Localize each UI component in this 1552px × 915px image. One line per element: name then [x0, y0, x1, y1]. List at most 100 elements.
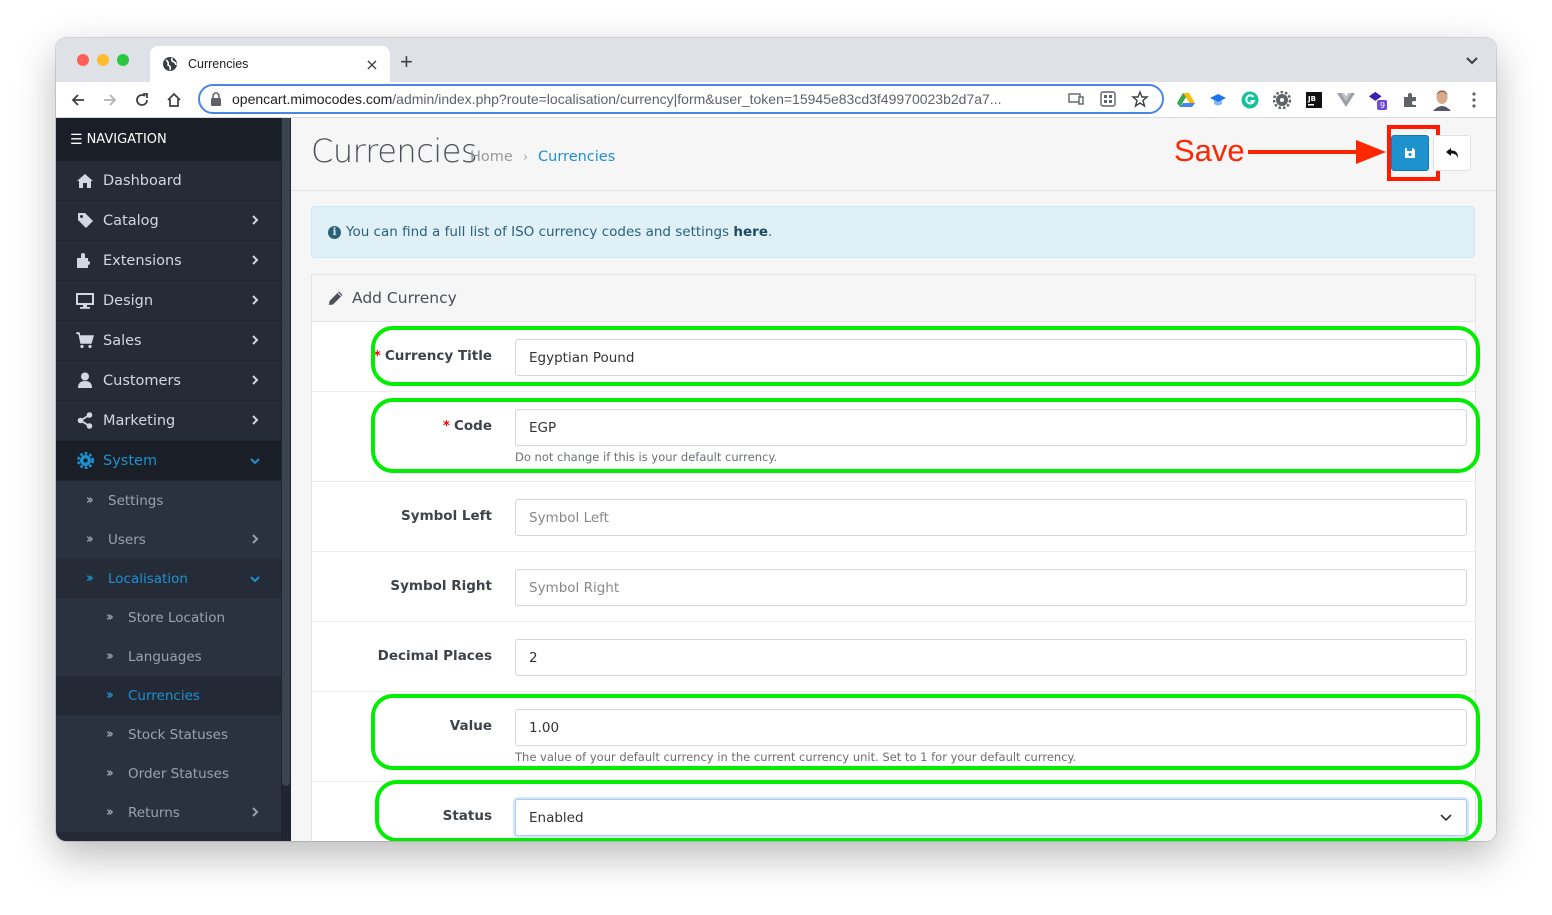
- puzzle-icon: [76, 252, 94, 270]
- tab-search-chevron-icon[interactable]: [1464, 52, 1480, 68]
- iso-codes-link[interactable]: here: [733, 224, 768, 240]
- sidebar-subitem-localisation[interactable]: ›› Localisation: [56, 559, 281, 598]
- symbol-left-label: Symbol Left: [401, 508, 492, 524]
- menu-bars-icon[interactable]: ☰: [70, 132, 83, 148]
- browser-menu-icon[interactable]: [1464, 90, 1484, 110]
- form-row-currency-title: * Currency Title Egyptian Pound: [312, 322, 1475, 392]
- back-icon[interactable]: [66, 88, 90, 112]
- minimize-window-button[interactable]: [97, 54, 109, 66]
- chevron-right-icon: [252, 295, 259, 305]
- double-chevron-icon: ››: [106, 649, 114, 664]
- sidebar-item-marketing[interactable]: Marketing: [56, 401, 281, 441]
- close-window-button[interactable]: [77, 54, 89, 66]
- lock-icon: [210, 92, 222, 106]
- tab-strip: Currencies × +: [56, 38, 1496, 82]
- info-circle-icon: i: [328, 225, 341, 239]
- double-chevron-icon: ››: [106, 610, 114, 625]
- sidebar-subitem-order-statuses[interactable]: ›› Order Statuses: [56, 754, 281, 793]
- vue-devtools-icon[interactable]: [1336, 90, 1356, 110]
- qr-code-icon[interactable]: [1098, 89, 1118, 109]
- reload-icon[interactable]: [130, 88, 154, 112]
- forward-icon[interactable]: [98, 88, 122, 112]
- code-label: * Code: [442, 418, 492, 434]
- grammarly-icon[interactable]: [1240, 90, 1260, 110]
- bookmark-star-icon[interactable]: [1130, 89, 1150, 109]
- sidebar-item-catalog[interactable]: Catalog: [56, 201, 281, 241]
- main-content: Currencies Home › Currencies Save i You …: [291, 118, 1496, 841]
- currency-title-input[interactable]: Egyptian Pound: [515, 339, 1467, 376]
- form-row-symbol-left: Symbol Left Symbol Left: [312, 482, 1475, 552]
- form-row-status: Status Enabled: [312, 782, 1475, 841]
- share-icon: [76, 412, 94, 430]
- graduation-cap-icon[interactable]: [1208, 90, 1228, 110]
- status-select[interactable]: Enabled: [515, 799, 1467, 836]
- double-chevron-icon: ››: [106, 766, 114, 781]
- pencil-icon: [328, 290, 344, 306]
- cast-icon[interactable]: [1066, 89, 1086, 109]
- sidebar-item-dashboard[interactable]: Dashboard: [56, 161, 281, 201]
- url-text[interactable]: opencart.mimocodes.com/admin/index.php?r…: [232, 91, 1066, 107]
- sidebar-subitem-users[interactable]: ›› Users: [56, 520, 281, 559]
- sidebar-subitem-languages[interactable]: ›› Languages: [56, 637, 281, 676]
- chevron-right-icon: [252, 215, 259, 225]
- tag-icon: [76, 212, 94, 230]
- value-input[interactable]: 1.00: [515, 709, 1467, 746]
- form-row-code: * Code EGP Do not change if this is your …: [312, 392, 1475, 482]
- google-drive-icon[interactable]: [1176, 90, 1196, 110]
- card-header: Add Currency: [312, 275, 1475, 322]
- chevron-right-icon: [252, 534, 259, 544]
- sidebar-item-customers[interactable]: Customers: [56, 361, 281, 401]
- stack-extension-icon[interactable]: 9: [1368, 90, 1388, 110]
- chevron-down-icon: [250, 576, 260, 583]
- extensions-puzzle-icon[interactable]: [1400, 90, 1420, 110]
- chevron-right-icon: [252, 255, 259, 265]
- code-help-text: Do not change if this is your default cu…: [515, 450, 778, 464]
- save-button[interactable]: [1391, 135, 1429, 171]
- symbol-right-input[interactable]: Symbol Right: [515, 569, 1467, 606]
- settings-gear-extension-icon[interactable]: [1272, 90, 1292, 110]
- sidebar-item-extensions[interactable]: Extensions: [56, 241, 281, 281]
- home-icon[interactable]: [162, 88, 186, 112]
- sidebar-subitem-stock-statuses[interactable]: ›› Stock Statuses: [56, 715, 281, 754]
- tab-close-icon[interactable]: ×: [360, 55, 384, 74]
- page-title: Currencies: [311, 132, 478, 170]
- sidebar-item-system[interactable]: System: [56, 441, 281, 481]
- sidebar-item-sales[interactable]: Sales: [56, 321, 281, 361]
- breadcrumb-home[interactable]: Home: [470, 149, 513, 165]
- jetbrains-icon[interactable]: JB: [1304, 90, 1324, 110]
- double-chevron-icon: ››: [86, 532, 94, 547]
- sidebar-subitem-store-location[interactable]: ›› Store Location: [56, 598, 281, 637]
- chevron-right-icon: [252, 415, 259, 425]
- globe-icon: [162, 56, 178, 72]
- form-row-symbol-right: Symbol Right Symbol Right: [312, 552, 1475, 622]
- value-label: Value: [449, 718, 492, 734]
- annotation-arrow-icon: [1248, 140, 1386, 164]
- double-chevron-icon: ››: [106, 727, 114, 742]
- sidebar-subitem-settings[interactable]: ›› Settings: [56, 481, 281, 520]
- breadcrumb-currencies[interactable]: Currencies: [538, 149, 615, 165]
- home-icon: [76, 172, 94, 190]
- address-bar[interactable]: opencart.mimocodes.com/admin/index.php?r…: [198, 84, 1164, 114]
- navigation-header[interactable]: ☰ NAVIGATION: [56, 118, 281, 161]
- chevron-right-icon: [252, 335, 259, 345]
- browser-tab[interactable]: Currencies ×: [150, 46, 390, 82]
- maximize-window-button[interactable]: [117, 54, 129, 66]
- sidebar-scrollbar-thumb[interactable]: [282, 118, 290, 786]
- svg-text:9: 9: [1380, 100, 1385, 110]
- annotation-save-label: Save: [1174, 133, 1245, 168]
- sidebar-subitem-returns[interactable]: ›› Returns: [56, 793, 281, 832]
- symbol-right-label: Symbol Right: [390, 578, 492, 594]
- code-input[interactable]: EGP: [515, 409, 1467, 446]
- new-tab-button[interactable]: +: [400, 51, 413, 73]
- double-chevron-icon: ››: [106, 688, 114, 703]
- sidebar-item-design[interactable]: Design: [56, 281, 281, 321]
- back-button[interactable]: [1433, 135, 1471, 171]
- status-label: Status: [442, 808, 492, 824]
- form-row-decimal-places: Decimal Places 2: [312, 622, 1475, 692]
- chevron-right-icon: [252, 375, 259, 385]
- symbol-left-input[interactable]: Symbol Left: [515, 499, 1467, 536]
- profile-avatar[interactable]: [1432, 90, 1452, 111]
- add-currency-card: Add Currency * Currency Title Egyptian Po…: [311, 274, 1476, 841]
- decimal-places-input[interactable]: 2: [515, 639, 1467, 676]
- sidebar-subitem-currencies[interactable]: ›› Currencies: [56, 676, 281, 715]
